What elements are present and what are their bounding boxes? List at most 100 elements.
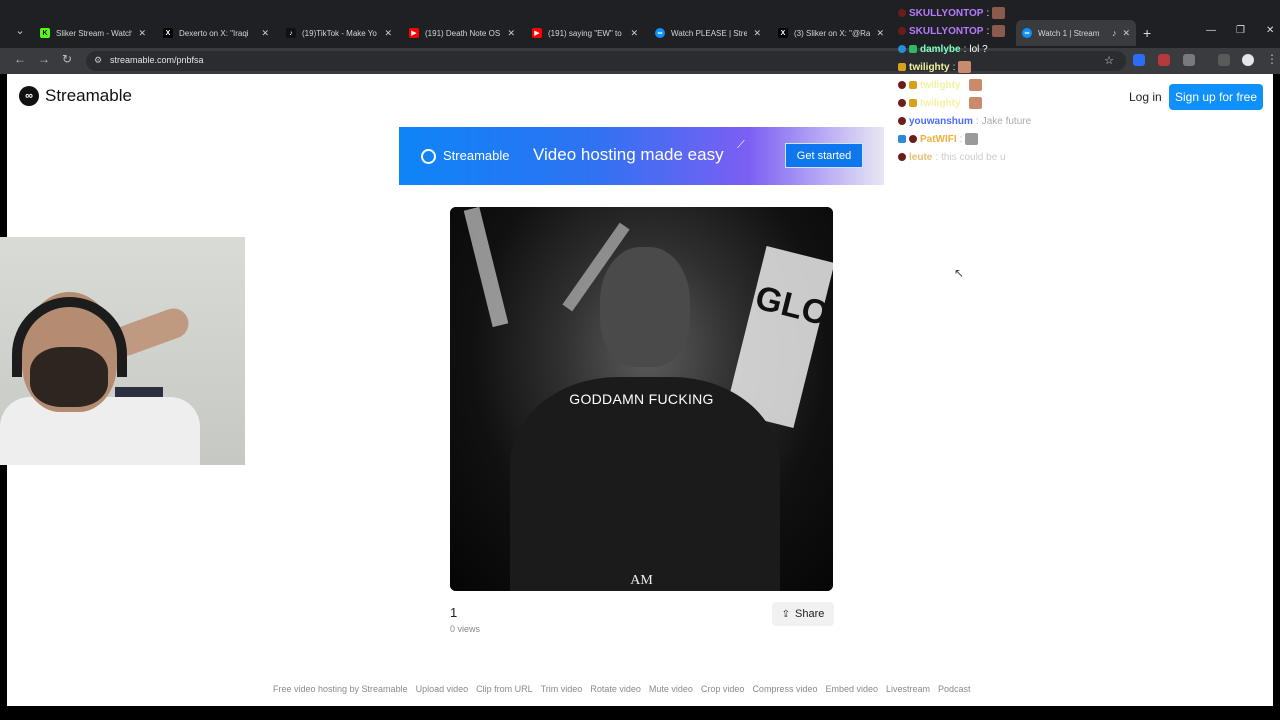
chat-message: leute : this could be u (898, 148, 1058, 166)
emote-icon (969, 97, 983, 109)
browser-tab[interactable]: ▶ (191) Death Note OS ✕ (403, 20, 521, 46)
chat-badge-icon (898, 9, 906, 17)
footer-link[interactable]: Crop video (701, 684, 745, 694)
emote-icon (965, 133, 979, 145)
reload-icon[interactable]: ↻ (62, 52, 72, 66)
browser-tab[interactable]: ▶ (191) saying "EW" to ✕ (526, 20, 644, 46)
sparkle-icon: ⟋ (737, 139, 745, 151)
chat-username: PatWIFI (920, 133, 957, 145)
footer-link[interactable]: Upload video (416, 684, 469, 694)
chat-text: Jake future (981, 115, 1032, 127)
share-button[interactable]: ⇪ Share (772, 602, 834, 626)
close-window-icon[interactable]: ✕ (1266, 25, 1274, 36)
url-text: streamable.com/pnbfsa (110, 55, 204, 65)
x-icon: X (163, 28, 173, 38)
browser-tab[interactable]: X (3) Sliker on X: "@Ra ✕ (772, 20, 890, 46)
chat-separator: : (959, 133, 963, 145)
restore-icon[interactable]: ❐ (1236, 25, 1245, 36)
video-subtitle: GODDAMN FUCKING (569, 391, 714, 407)
video-player[interactable]: GLO GODDAMN FUCKING AM (450, 207, 833, 591)
minimize-icon[interactable]: — (1206, 25, 1216, 36)
chat-badge-icon (909, 135, 917, 143)
promo-banner[interactable]: Streamable Video hosting made easy ⟋ Get… (399, 127, 884, 185)
chat-username: damlybe (920, 43, 961, 55)
banner-tagline: Video hosting made easy (533, 145, 724, 164)
chat-separator: : (952, 61, 956, 73)
frame-edge (1273, 74, 1280, 706)
tab-title: Dexerto on X: "Iraqi (179, 28, 249, 38)
extensions-puzzle-icon[interactable] (1183, 54, 1195, 66)
new-tab-icon[interactable]: + (1143, 25, 1151, 41)
tiktok-icon: ♪ (286, 28, 296, 38)
chat-username: leute (909, 151, 933, 163)
browser-tab[interactable]: ∞ Watch PLEASE | Stre ✕ (649, 20, 767, 46)
forward-icon[interactable]: → (38, 52, 50, 66)
close-tab-icon[interactable]: ✕ (753, 28, 761, 39)
close-tab-icon[interactable]: ✕ (876, 28, 884, 39)
close-tab-icon[interactable]: ✕ (138, 28, 146, 39)
chat-badge-icon (898, 135, 906, 143)
kick-icon: K (40, 28, 50, 38)
chat-message: damlybe : lol ? (898, 40, 1058, 58)
chat-text: this could be u (941, 151, 1006, 163)
chat-text: lol ? (969, 43, 988, 55)
get-started-button[interactable]: Get started (785, 143, 863, 168)
footer-link[interactable]: Trim video (541, 684, 583, 694)
video-watermark: AM (630, 573, 653, 588)
footer-link[interactable]: Compress video (752, 684, 817, 694)
close-tab-icon[interactable]: ✕ (1122, 28, 1130, 39)
tab-title: Sliker Stream - Watch (56, 28, 133, 38)
signup-button[interactable]: Sign up for free (1169, 84, 1263, 110)
brand[interactable]: ∞ Streamable (19, 86, 132, 106)
close-tab-icon[interactable]: ✕ (630, 28, 638, 39)
media-controls-icon[interactable] (1218, 54, 1230, 66)
tab-search-icon[interactable]: ⌄ (12, 24, 28, 40)
chat-username: SKULLYONTOP (909, 7, 984, 19)
footer-link[interactable]: Embed video (825, 684, 878, 694)
footer-link[interactable]: Rotate video (590, 684, 641, 694)
speaker-icon[interactable]: ♪ (1112, 28, 1117, 38)
chat-separator: : (963, 97, 967, 109)
extension-icon[interactable] (1133, 54, 1145, 66)
chat-badge-icon (909, 99, 917, 107)
chat-username: twilighty (909, 61, 950, 73)
chat-separator: : (986, 25, 990, 37)
footer-link[interactable]: Free video hosting by Streamable (273, 684, 408, 694)
chat-separator: : (975, 115, 979, 127)
mouse-cursor-icon: ↖ (954, 266, 965, 280)
footer-link[interactable]: Livestream (886, 684, 930, 694)
close-tab-icon[interactable]: ✕ (384, 28, 392, 39)
person-silhouette (510, 377, 780, 591)
site-info-icon[interactable]: ⚙ (94, 55, 102, 66)
video-views: 0 views (450, 624, 481, 634)
emote-icon (992, 7, 1006, 19)
menu-kebab-icon[interactable]: ⋮ (1266, 52, 1278, 66)
streamable-icon: ∞ (655, 28, 665, 38)
tab-title: Watch PLEASE | Stre (671, 28, 748, 38)
browser-tab-bar: ⌄ K Sliker Stream - Watch ✕ X Dexerto on… (0, 0, 1280, 48)
chat-message: SKULLYONTOP : (898, 4, 1058, 22)
profile-avatar-icon[interactable] (1242, 54, 1254, 66)
bookmark-star-icon[interactable]: ☆ (1104, 54, 1114, 67)
browser-tab[interactable]: X Dexerto on X: "Iraqi ✕ (157, 20, 275, 46)
close-tab-icon[interactable]: ✕ (261, 28, 269, 39)
footer-link[interactable]: Clip from URL (476, 684, 533, 694)
emote-icon (958, 61, 972, 73)
back-icon[interactable]: ← (14, 52, 26, 66)
share-label: Share (795, 608, 825, 620)
chat-separator: : (935, 151, 939, 163)
chat-separator: : (963, 79, 967, 91)
browser-tab[interactable]: K Sliker Stream - Watch ✕ (34, 20, 152, 46)
chat-username: twilighty (920, 79, 961, 91)
chat-username: twilighty (920, 97, 961, 109)
x-icon: X (778, 28, 788, 38)
extension-icon[interactable] (1158, 54, 1170, 66)
chat-badge-icon (898, 81, 906, 89)
video-title: 1 (450, 605, 458, 620)
chat-badge-icon (898, 45, 906, 53)
close-tab-icon[interactable]: ✕ (507, 28, 515, 39)
browser-tab[interactable]: ♪ (19)TikTok - Make Yo ✕ (280, 20, 398, 46)
login-link[interactable]: Log in (1129, 90, 1162, 104)
footer-link[interactable]: Mute video (649, 684, 693, 694)
footer-link[interactable]: Podcast (938, 684, 971, 694)
